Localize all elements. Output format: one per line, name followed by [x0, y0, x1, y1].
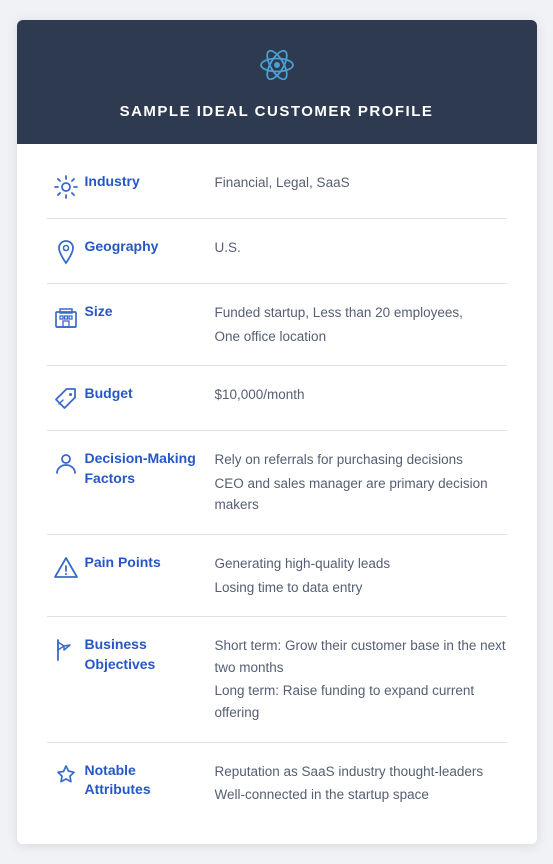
- row-business-objectives: Business ObjectivesShort term: Grow thei…: [47, 617, 507, 742]
- building-icon: [47, 302, 85, 330]
- label-notable-attributes: Notable Attributes: [85, 761, 215, 800]
- value-line: Long term: Raise funding to expand curre…: [215, 680, 507, 723]
- row-decision-making: Decision-Making FactorsRely on referrals…: [47, 431, 507, 535]
- warning-icon: [47, 553, 85, 581]
- star-icon: [47, 761, 85, 789]
- value-line: $10,000/month: [215, 384, 507, 406]
- label-budget: Budget: [85, 384, 215, 404]
- label-size: Size: [85, 302, 215, 322]
- value-line: U.S.: [215, 237, 507, 259]
- label-business-objectives: Business Objectives: [85, 635, 215, 674]
- value-line: One office location: [215, 326, 507, 348]
- row-geography: GeographyU.S.: [47, 219, 507, 284]
- value-pain-points: Generating high-quality leadsLosing time…: [215, 553, 507, 598]
- gear-icon: [47, 172, 85, 200]
- label-pain-points: Pain Points: [85, 553, 215, 573]
- value-budget: $10,000/month: [215, 384, 507, 406]
- value-business-objectives: Short term: Grow their customer base in …: [215, 635, 507, 723]
- value-line: Rely on referrals for purchasing decisio…: [215, 449, 507, 471]
- content: IndustryFinancial, Legal, SaaS Geography…: [17, 144, 537, 844]
- value-size: Funded startup, Less than 20 employees,O…: [215, 302, 507, 347]
- value-line: CEO and sales manager are primary decisi…: [215, 473, 507, 516]
- value-line: Reputation as SaaS industry thought-lead…: [215, 761, 507, 783]
- header: SAMPLE IDEAL CUSTOMER PROFILE: [17, 20, 537, 144]
- label-geography: Geography: [85, 237, 215, 257]
- value-line: Funded startup, Less than 20 employees,: [215, 302, 507, 324]
- row-industry: IndustryFinancial, Legal, SaaS: [47, 154, 507, 219]
- value-line: Short term: Grow their customer base in …: [215, 635, 507, 678]
- value-geography: U.S.: [215, 237, 507, 259]
- atom-icon: [254, 42, 300, 103]
- value-line: Generating high-quality leads: [215, 553, 507, 575]
- row-pain-points: Pain PointsGenerating high-quality leads…: [47, 535, 507, 617]
- value-line: Well-connected in the startup space: [215, 784, 507, 806]
- row-budget: Budget$10,000/month: [47, 366, 507, 431]
- value-line: Financial, Legal, SaaS: [215, 172, 507, 194]
- value-decision-making: Rely on referrals for purchasing decisio…: [215, 449, 507, 516]
- flag-icon: [47, 635, 85, 663]
- label-industry: Industry: [85, 172, 215, 192]
- row-notable-attributes: Notable AttributesReputation as SaaS ind…: [47, 743, 507, 824]
- profile-card: SAMPLE IDEAL CUSTOMER PROFILE IndustryFi…: [17, 20, 537, 844]
- row-size: SizeFunded startup, Less than 20 employe…: [47, 284, 507, 366]
- person-icon: [47, 449, 85, 477]
- label-decision-making: Decision-Making Factors: [85, 449, 215, 488]
- header-title: SAMPLE IDEAL CUSTOMER PROFILE: [120, 103, 434, 120]
- tag-icon: [47, 384, 85, 412]
- value-industry: Financial, Legal, SaaS: [215, 172, 507, 194]
- location-icon: [47, 237, 85, 265]
- value-notable-attributes: Reputation as SaaS industry thought-lead…: [215, 761, 507, 806]
- value-line: Losing time to data entry: [215, 577, 507, 599]
